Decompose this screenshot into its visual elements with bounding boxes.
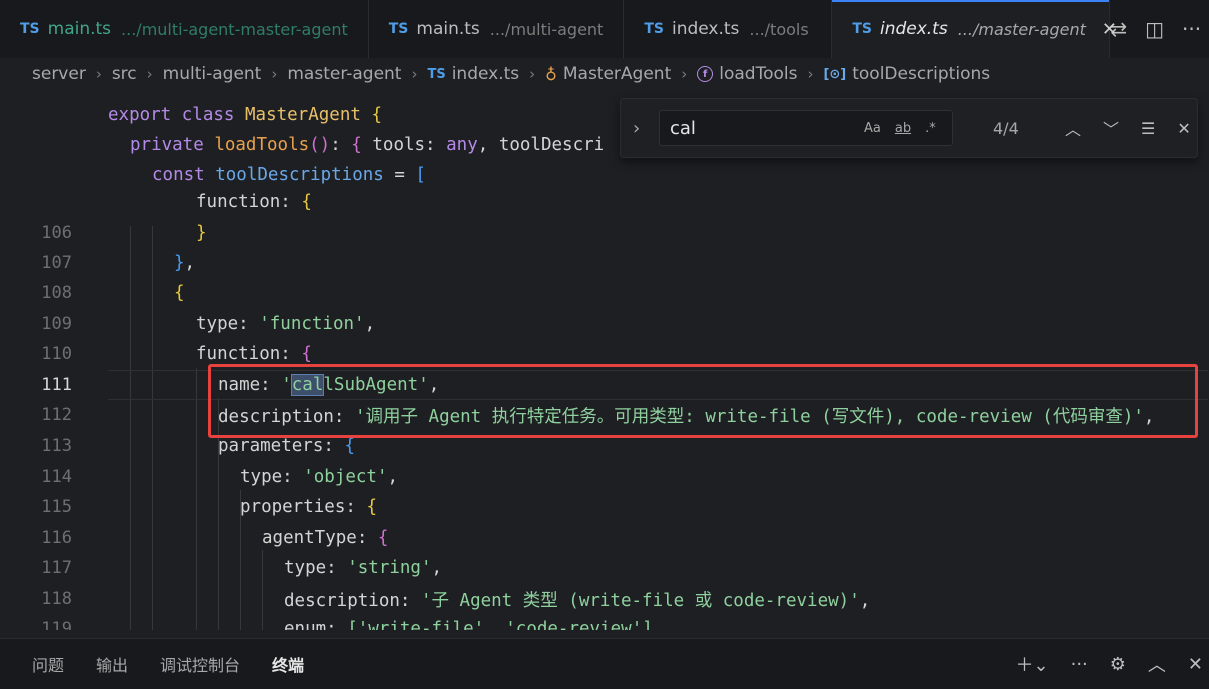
tab-main-ts-master[interactable]: TS main.ts .../multi-agent-master-agent bbox=[0, 0, 369, 58]
panel-tab-bar: 问题 输出 调试控制台 终端 ＋⌄ ··· ⚙ ︿ ✕ bbox=[0, 638, 1209, 689]
function-icon: f bbox=[697, 66, 714, 82]
chevron-right-icon: › bbox=[95, 65, 102, 83]
typescript-icon: TS bbox=[644, 21, 664, 37]
breadcrumb-src[interactable]: src bbox=[112, 64, 137, 84]
breadcrumb-master-agent[interactable]: master-agent bbox=[287, 64, 401, 84]
find-widget: › Aa ab .* 4/4 ︿ ﹀ ☰ ✕ bbox=[620, 98, 1198, 158]
breadcrumb-tooldescriptions[interactable]: [⊙] toolDescriptions bbox=[823, 64, 990, 84]
tab-main-ts[interactable]: TS main.ts .../multi-agent bbox=[369, 0, 625, 58]
tab-debug-console[interactable]: 调试控制台 bbox=[160, 652, 240, 676]
tab-file-path: .../tools bbox=[749, 19, 809, 39]
variable-icon: [⊙] bbox=[823, 66, 847, 82]
tab-file-path: .../master-agent bbox=[957, 19, 1086, 39]
previous-match-icon[interactable]: ︿ bbox=[1065, 116, 1081, 140]
chevron-right-icon: › bbox=[411, 65, 418, 83]
close-icon[interactable]: ✕ bbox=[1177, 119, 1190, 138]
tab-file-name: index.ts bbox=[879, 19, 948, 39]
chevron-right-icon: › bbox=[681, 65, 688, 83]
more-actions-icon[interactable]: ··· bbox=[1071, 654, 1088, 675]
code-line[interactable]: 118 description: '子 Agent 类型 (write-file… bbox=[0, 584, 1209, 614]
code-line[interactable]: 119 enum: ['write-file', 'code-review'], bbox=[0, 614, 1209, 630]
chevron-right-icon: › bbox=[146, 65, 153, 83]
match-count: 4/4 bbox=[993, 118, 1019, 138]
more-actions-icon[interactable]: ··· bbox=[1182, 17, 1201, 41]
breadcrumb-server[interactable]: server bbox=[32, 64, 86, 84]
typescript-icon: TS bbox=[20, 21, 40, 37]
breadcrumb-multi-agent[interactable]: multi-agent bbox=[163, 64, 262, 84]
code-line[interactable]: 109 type: 'function', bbox=[0, 309, 1209, 339]
find-in-selection-icon[interactable]: ☰ bbox=[1141, 119, 1155, 138]
editor-actions: ⇄ ◫ ··· bbox=[1110, 0, 1209, 58]
typescript-icon: TS bbox=[427, 66, 446, 82]
tab-file-name: index.ts bbox=[671, 19, 740, 39]
code-line[interactable]: 115 properties: { bbox=[0, 492, 1209, 522]
tab-problems[interactable]: 问题 bbox=[32, 652, 64, 676]
code-line[interactable]: 108 { bbox=[0, 278, 1209, 308]
new-terminal-icon[interactable]: ＋⌄ bbox=[1016, 651, 1049, 677]
tab-terminal[interactable]: 终端 bbox=[272, 652, 304, 676]
tab-index-ts-tools[interactable]: TS index.ts .../tools bbox=[624, 0, 833, 58]
sticky-line[interactable]: const toolDescriptions = [ bbox=[0, 160, 1209, 190]
tab-file-name: main.ts bbox=[47, 19, 112, 39]
typescript-icon: TS bbox=[388, 21, 409, 37]
tab-file-name: main.ts bbox=[416, 19, 480, 39]
tab-index-ts-master-agent[interactable]: TS index.ts .../master-agent ✕ bbox=[832, 0, 1117, 58]
close-icon[interactable]: ✕ bbox=[1188, 654, 1203, 675]
code-line[interactable]: 116 agentType: { bbox=[0, 523, 1209, 553]
chevron-right-icon: › bbox=[529, 65, 536, 83]
split-editor-icon[interactable]: ◫ bbox=[1145, 17, 1164, 41]
breadcrumb: server › src › multi-agent › master-agen… bbox=[0, 58, 1209, 90]
match-case-icon[interactable]: Aa bbox=[864, 121, 881, 136]
code-line[interactable]: 106 } bbox=[0, 218, 1209, 248]
find-input[interactable] bbox=[670, 117, 850, 139]
editor-tab-bar: TS main.ts .../multi-agent-master-agent … bbox=[0, 0, 1209, 58]
close-icon[interactable]: ✕ bbox=[1102, 19, 1117, 40]
tab-output[interactable]: 输出 bbox=[96, 652, 128, 676]
panel-actions: ＋⌄ ··· ⚙ ︿ ✕ bbox=[1016, 651, 1209, 677]
find-input-wrapper: Aa ab .* bbox=[659, 110, 953, 146]
typescript-icon: TS bbox=[852, 21, 872, 37]
chevron-right-icon: › bbox=[271, 65, 278, 83]
annotation-highlight-box bbox=[208, 364, 1198, 438]
code-line[interactable]: 114 type: 'object', bbox=[0, 462, 1209, 492]
breadcrumb-masteragent[interactable]: ♁ MasterAgent bbox=[545, 64, 671, 84]
class-icon: ♁ bbox=[545, 64, 557, 84]
toggle-replace-chevron-icon[interactable]: › bbox=[633, 118, 653, 139]
match-whole-word-icon[interactable]: ab bbox=[895, 121, 911, 136]
use-regex-icon[interactable]: .* bbox=[925, 121, 936, 136]
customize-layout-icon[interactable]: ⚙ bbox=[1110, 654, 1126, 675]
breadcrumb-index-ts[interactable]: TS index.ts bbox=[427, 64, 519, 84]
tab-file-path: .../multi-agent-master-agent bbox=[121, 19, 348, 39]
chevron-right-icon: › bbox=[807, 65, 814, 83]
next-match-icon[interactable]: ﹀ bbox=[1103, 116, 1119, 140]
maximize-panel-icon[interactable]: ︿ bbox=[1148, 651, 1166, 677]
code-line[interactable]: 117 type: 'string', bbox=[0, 553, 1209, 583]
tab-file-path: .../multi-agent bbox=[489, 19, 604, 39]
code-line[interactable]: 107 }, bbox=[0, 248, 1209, 278]
sticky-line[interactable]: function: { bbox=[0, 187, 1209, 217]
breadcrumb-loadtools[interactable]: f loadTools bbox=[697, 64, 797, 84]
